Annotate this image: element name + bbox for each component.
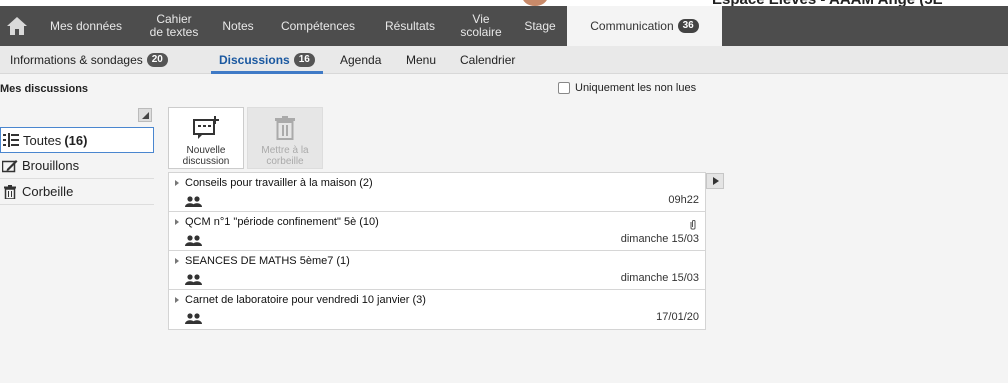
count-badge: 16: [293, 53, 315, 67]
paperclip-icon: [689, 217, 697, 230]
sub-nav: Informations & sondages 20 Discussions 1…: [0, 46, 1008, 74]
expand-triangle-icon[interactable]: [175, 258, 179, 264]
nav-label: Communication: [590, 18, 674, 33]
nav-item-competences[interactable]: Compétences: [266, 6, 370, 46]
nav-label: Mes données: [49, 18, 123, 33]
section-title: Mes discussions: [0, 83, 89, 95]
expand-triangle-icon[interactable]: [175, 297, 179, 303]
tab-informations-sondages[interactable]: Informations & sondages 20: [10, 46, 168, 74]
button-label: corbeille: [266, 156, 304, 167]
nav-item-mes-donnees[interactable]: Mes données: [36, 6, 136, 46]
folder-label: Brouillons: [22, 158, 80, 173]
unread-only-checkbox[interactable]: Uniquement les non lues: [558, 82, 696, 94]
people-icon: [185, 233, 203, 246]
main-nav: Mes données Cahier de textes Notes Compé…: [0, 6, 1008, 46]
discussion-date: 09h22: [668, 194, 699, 206]
nav-item-resultats[interactable]: Résultats: [372, 6, 448, 46]
folder-count: (16): [64, 132, 88, 148]
new-discussion-button[interactable]: Nouvelle discussion: [168, 107, 244, 169]
people-icon: [185, 311, 203, 324]
tab-agenda[interactable]: Agenda: [340, 46, 381, 74]
nav-label: Compétences: [280, 18, 356, 33]
button-label: Mettre à la: [261, 145, 309, 156]
nav-label: Cahier de textes: [149, 12, 199, 39]
tab-calendrier[interactable]: Calendrier: [460, 46, 515, 74]
home-icon[interactable]: [0, 6, 34, 46]
new-message-icon: [192, 114, 220, 142]
tab-label: Menu: [406, 53, 437, 67]
checkbox-label: Uniquement les non lues: [575, 82, 697, 94]
folder-list: Toutes (16) Brouillons Corbeille: [0, 127, 154, 205]
move-to-trash-button[interactable]: Mettre à la corbeille: [247, 107, 323, 169]
folder-label: Corbeille: [22, 184, 74, 199]
discussion-date: dimanche 15/03: [620, 272, 699, 284]
folder-brouillons[interactable]: Brouillons: [0, 153, 154, 179]
nav-label: Stage: [524, 18, 556, 33]
checkbox-box[interactable]: [558, 82, 570, 94]
discussion-title: Conseils pour travailler à la maison (2): [185, 177, 373, 189]
nav-item-stage[interactable]: Stage: [514, 6, 566, 46]
folder-label: Toutes: [23, 132, 62, 148]
tab-label: Informations & sondages: [10, 53, 143, 67]
folder-corbeille[interactable]: Corbeille: [0, 179, 154, 205]
draft-icon: [2, 158, 18, 174]
list-icon: [3, 132, 19, 148]
people-icon: [185, 272, 203, 285]
trash-icon: [271, 114, 299, 142]
nav-label: Vie scolaire: [460, 12, 502, 39]
expand-triangle-icon[interactable]: [175, 219, 179, 225]
list-item[interactable]: QCM n°1 "période confinement" 5è (10) di…: [169, 212, 705, 251]
collapse-corner-button[interactable]: [138, 108, 152, 122]
list-item[interactable]: SEANCES DE MATHS 5ème7 (1) dimanche 15/0…: [169, 251, 705, 290]
tab-discussions[interactable]: Discussions 16: [211, 46, 323, 74]
discussion-title: Carnet de laboratoire pour vendredi 10 j…: [185, 294, 426, 306]
tab-label: Calendrier: [460, 53, 516, 67]
nav-item-communication[interactable]: Communication 36: [567, 6, 722, 46]
trash-icon: [2, 184, 18, 200]
discussion-date: 17/01/20: [656, 311, 699, 323]
list-item[interactable]: Carnet de laboratoire pour vendredi 10 j…: [169, 290, 705, 329]
button-label: discussion: [182, 156, 230, 167]
nav-item-notes[interactable]: Notes: [213, 6, 263, 46]
nav-item-vie-scolaire[interactable]: Vie scolaire: [450, 6, 512, 46]
count-badge: 36: [677, 19, 699, 33]
people-icon: [185, 194, 203, 207]
tab-label: Discussions: [219, 53, 290, 67]
expand-panel-button[interactable]: [706, 173, 724, 189]
discussion-title: QCM n°1 "période confinement" 5è (10): [185, 216, 379, 228]
expand-triangle-icon[interactable]: [175, 180, 179, 186]
app-window: Espace Élèves - AAAM Ange (5E Mes donnée…: [0, 0, 1008, 383]
button-label: Nouvelle: [186, 145, 226, 156]
count-badge: 20: [146, 53, 168, 67]
folder-toutes[interactable]: Toutes (16): [0, 127, 154, 153]
tab-menu[interactable]: Menu: [406, 46, 436, 74]
nav-label: Résultats: [384, 18, 436, 33]
list-item[interactable]: Conseils pour travailler à la maison (2)…: [169, 173, 705, 212]
nav-item-cahier-de-textes[interactable]: Cahier de textes: [138, 6, 210, 46]
tab-label: Agenda: [340, 53, 382, 67]
discussion-title: SEANCES DE MATHS 5ème7 (1): [185, 255, 350, 267]
discussion-date: dimanche 15/03: [620, 233, 699, 245]
discussion-list: Conseils pour travailler à la maison (2)…: [168, 172, 706, 330]
nav-label: Notes: [222, 18, 254, 33]
